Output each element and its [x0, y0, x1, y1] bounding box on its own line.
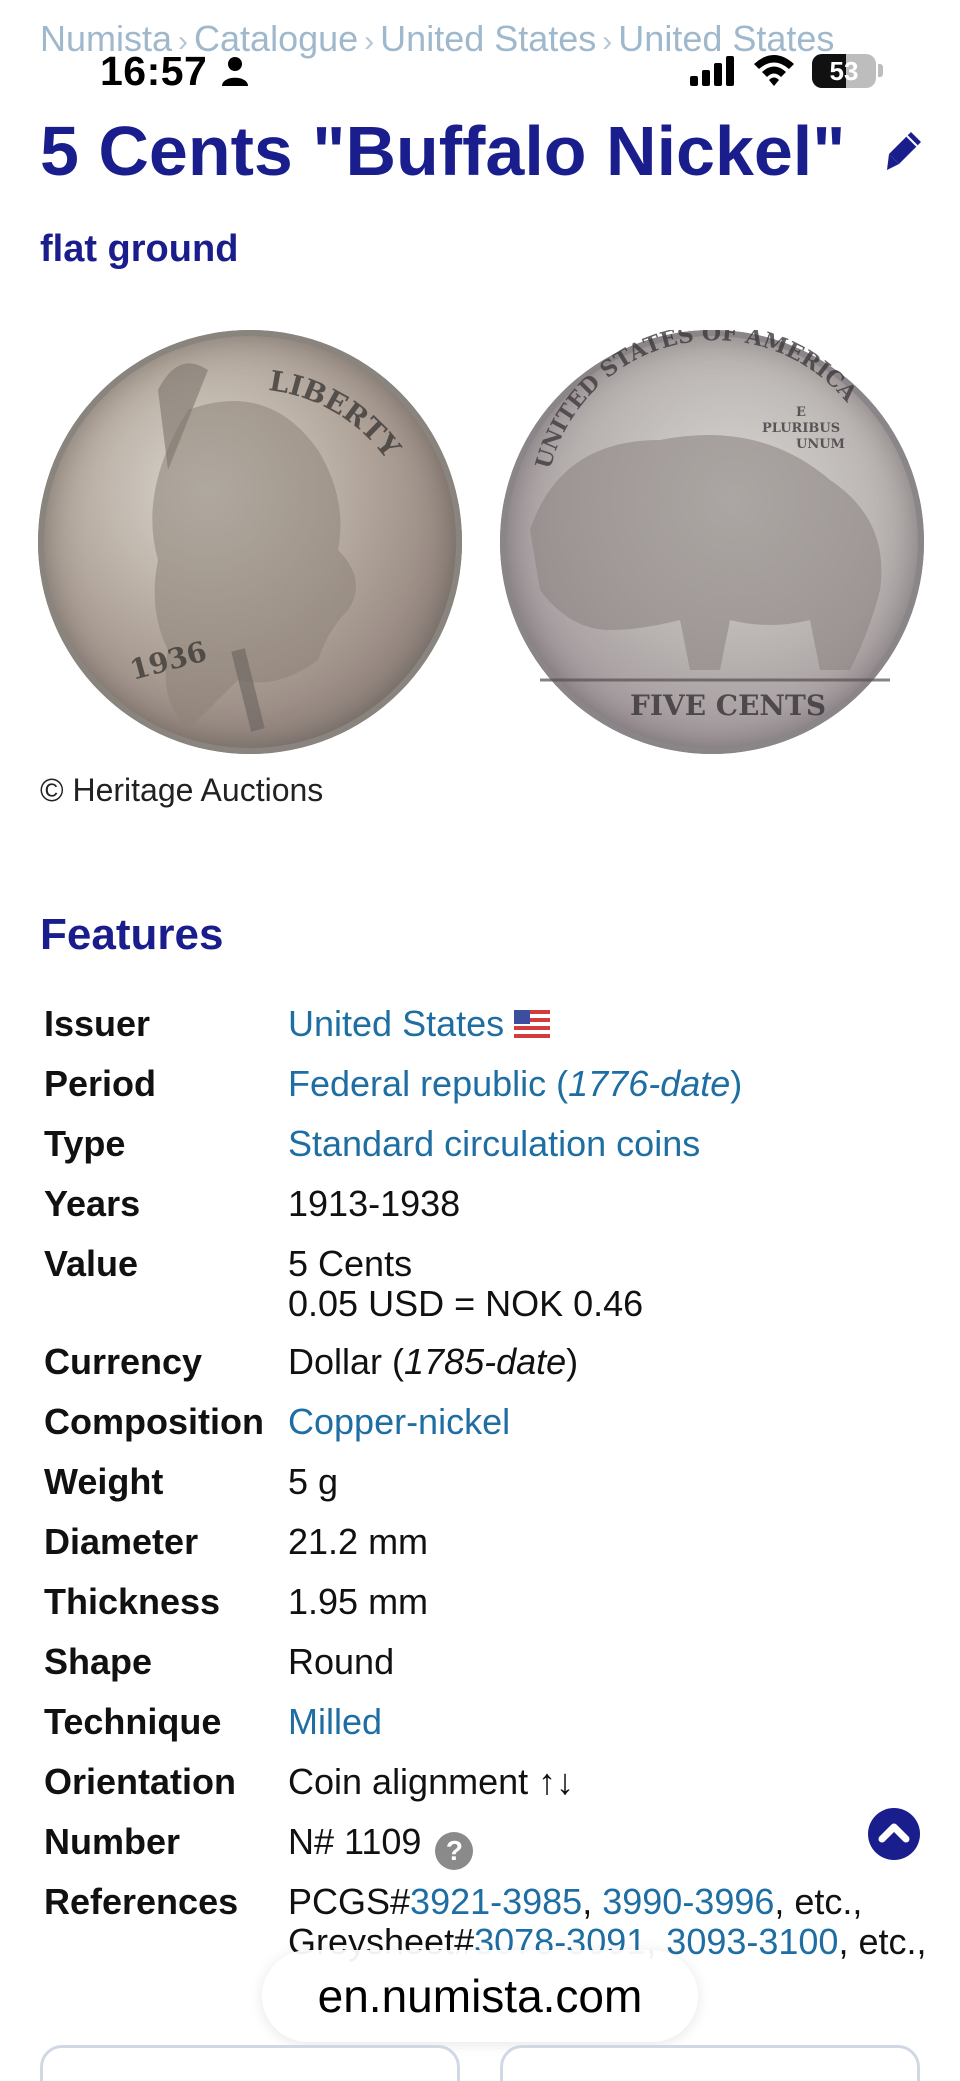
reference-link[interactable]: 3990-3996 [602, 1881, 774, 1922]
pencil-icon[interactable] [885, 130, 923, 174]
status-bar: 16:57 53 [0, 42, 960, 102]
previous-button[interactable] [40, 2045, 460, 2081]
feature-label: Diameter [44, 1521, 199, 1562]
feature-label: Years [44, 1183, 141, 1224]
feature-value: 1.95 mm [288, 1581, 429, 1622]
feature-value: N# 1109? [288, 1821, 474, 1870]
period-close: ) [730, 1063, 743, 1104]
period-range: 1776-date [568, 1063, 731, 1104]
feature-label: Value [44, 1243, 139, 1284]
feature-label: Weight [44, 1461, 164, 1502]
scroll-to-top-button[interactable] [868, 1808, 920, 1860]
reference-prefix: PCGS# [288, 1881, 411, 1922]
svg-text:LIBERTY: LIBERTY [267, 364, 408, 465]
title-subtitle: flat ground [40, 228, 239, 270]
feature-label: Technique [44, 1701, 222, 1742]
feature-label: Thickness [44, 1581, 221, 1622]
feature-value: United States [288, 1003, 551, 1044]
reference-link[interactable]: 3093-3100 [666, 1921, 838, 1962]
feature-label: Issuer [44, 1003, 151, 1044]
feature-value: 1913-1938 [288, 1183, 461, 1224]
coin-obverse-image[interactable]: LIBERTY 1936 [38, 330, 462, 754]
feature-value: Dollar (1785-date) [288, 1342, 578, 1382]
battery-tip [878, 64, 883, 77]
feature-label: Number [44, 1821, 181, 1862]
feature-label: Type [44, 1123, 126, 1164]
feature-label: References [44, 1881, 239, 1922]
person-icon [222, 57, 248, 86]
reverse-motto-pluribus: PLURIBUS [762, 421, 840, 436]
reverse-motto-e: E [796, 405, 806, 420]
browser-url-bar[interactable]: en.numista.com [262, 1950, 698, 2042]
references-line-1: PCGS#3921-3985, 3990-3996, etc., [288, 1882, 862, 1922]
obverse-lettering: LIBERTY 1936 [126, 364, 408, 687]
next-button[interactable] [500, 2045, 920, 2081]
technique-link[interactable]: Milled [288, 1702, 382, 1742]
reverse-denomination: FIVE CENTS [630, 689, 826, 722]
feature-label: Shape [44, 1641, 153, 1682]
battery-level: 53 [829, 56, 859, 86]
signal-icon [690, 56, 734, 86]
reference-link[interactable]: 3921-3985 [410, 1881, 582, 1922]
feature-value: 21.2 mm [288, 1521, 429, 1562]
reverse-lettering: UNITED STATES OF AMERICA E PLURIBUS UNUM… [531, 330, 863, 722]
feature-value: 5 g [288, 1461, 339, 1502]
feature-label: Currency [44, 1341, 203, 1382]
feature-value-line-2: 0.05 USD = NOK 0.46 [288, 1283, 644, 1324]
obverse-date: 1936 [126, 635, 210, 687]
number-value: N# 1109 [288, 1821, 422, 1862]
reference-suffix: , etc., [774, 1881, 863, 1922]
type-link[interactable]: Standard circulation coins [288, 1124, 700, 1164]
feature-value: Round [288, 1641, 395, 1682]
feature-value: Coin alignment ↑↓ [288, 1761, 575, 1802]
composition-link[interactable]: Copper-nickel [288, 1402, 510, 1442]
period-name: Federal republic ( [288, 1063, 569, 1104]
feature-label: Composition [44, 1401, 264, 1442]
wifi-icon [754, 55, 794, 86]
page-title: 5 Cents "Buffalo Nickel" flat ground [40, 108, 860, 292]
features-heading: Features [40, 910, 224, 959]
us-flag-icon [514, 1010, 551, 1038]
title-main: 5 Cents "Buffalo Nickel" [40, 112, 846, 190]
feature-label: Period [44, 1063, 157, 1104]
status-time: 16:57 [100, 48, 208, 94]
reverse-motto-unum: UNUM [796, 437, 845, 452]
obverse-legend: LIBERTY [267, 364, 408, 465]
battery-icon: 53 [812, 54, 876, 88]
help-icon[interactable]: ? [435, 1832, 474, 1870]
currency-range: 1785-date [404, 1341, 567, 1382]
currency-close: ) [566, 1341, 579, 1382]
coin-reverse-image[interactable]: UNITED STATES OF AMERICA E PLURIBUS UNUM… [500, 330, 924, 754]
currency-name: Dollar ( [288, 1341, 405, 1382]
period-link[interactable]: Federal republic (1776-date) [288, 1064, 742, 1104]
feature-label: Orientation [44, 1761, 237, 1802]
reference-suffix: , etc., [838, 1921, 927, 1962]
reference-separator: , [582, 1881, 603, 1922]
image-copyright: © Heritage Auctions [40, 772, 324, 808]
chevron-up-icon [878, 1823, 910, 1843]
issuer-link[interactable]: United States [288, 1003, 504, 1044]
feature-value-line-1: 5 Cents [288, 1243, 413, 1284]
